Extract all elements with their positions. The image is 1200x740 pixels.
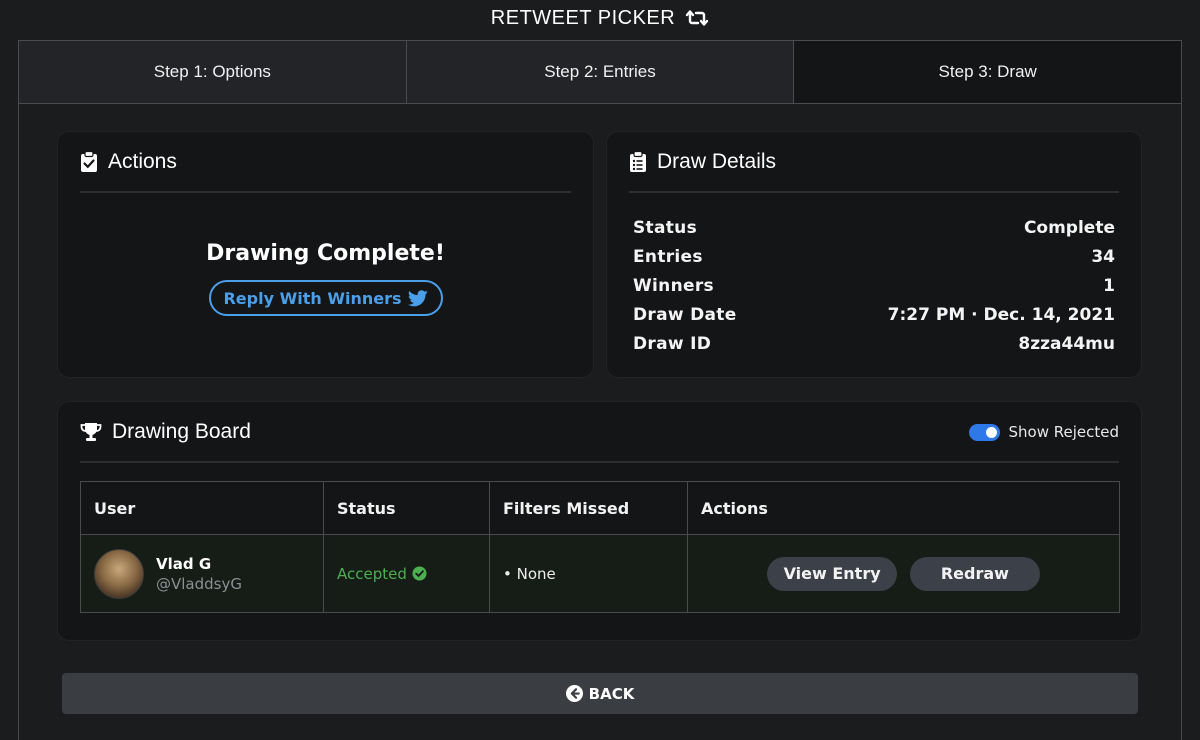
detail-row-entries: Entries 34	[633, 246, 1115, 267]
tab-step-3[interactable]: Step 3: Draw	[794, 41, 1182, 103]
view-entry-button[interactable]: View Entry	[767, 556, 898, 591]
draw-details-card: Draw Details Status Complete Entries 34 …	[606, 131, 1142, 378]
draw-id-value: 8zza44mu	[1018, 334, 1115, 355]
avatar[interactable]	[94, 548, 144, 599]
divider	[629, 191, 1119, 193]
reply-with-winners-button[interactable]: Reply With Winners	[208, 280, 443, 316]
drawing-board-card: Drawing Board Show Rejected User Status …	[57, 401, 1142, 641]
detail-list: Status Complete Entries 34 Winners 1 Dra…	[629, 213, 1119, 359]
entries-table: User Status Filters Missed Actions Vlad …	[80, 481, 1120, 613]
tab-step-2[interactable]: Step 2: Entries	[406, 41, 795, 103]
tab-step-1[interactable]: Step 1: Options	[19, 41, 407, 103]
actions-card: Actions Drawing Complete! Reply With Win…	[57, 131, 594, 378]
show-rejected-toggle[interactable]	[968, 423, 1000, 441]
filters-missed-cell: • None	[489, 534, 688, 613]
detail-row-draw-date: Draw Date 7:27 PM · Dec. 14, 2021	[633, 305, 1115, 326]
details-header: Draw Details	[629, 150, 1119, 174]
show-rejected-control: Show Rejected	[968, 423, 1120, 441]
draw-date-value: 7:27 PM · Dec. 14, 2021	[887, 305, 1115, 326]
user-name[interactable]: Vlad G	[156, 555, 242, 573]
app-title-text: RETWEET PICKER	[490, 6, 676, 29]
entries-value: 34	[1091, 246, 1115, 267]
table-header-row: User Status Filters Missed Actions	[80, 481, 1120, 535]
app-title: RETWEET PICKER	[0, 0, 1200, 36]
details-title: Draw Details	[657, 150, 777, 173]
detail-row-status: Status Complete	[633, 217, 1115, 238]
clipboard-list-icon	[630, 151, 646, 172]
retweet-icon	[686, 10, 709, 26]
winners-value: 1	[1103, 275, 1115, 296]
user-handle[interactable]: @VladdsyG	[156, 575, 242, 593]
col-status: Status	[323, 481, 490, 535]
board-header-row: Drawing Board Show Rejected	[80, 420, 1119, 444]
actions-title: Actions	[108, 150, 177, 173]
actions-header: Actions	[80, 150, 571, 174]
col-user: User	[80, 481, 324, 535]
board-title: Drawing Board	[112, 420, 251, 443]
user-cell: Vlad G @VladdsyG	[80, 534, 324, 613]
detail-row-winners: Winners 1	[633, 275, 1115, 296]
redraw-button[interactable]: Redraw	[909, 556, 1040, 591]
step-tabs: Step 1: Options Step 2: Entries Step 3: …	[19, 41, 1182, 104]
detail-row-draw-id: Draw ID 8zza44mu	[633, 334, 1115, 355]
board-header: Drawing Board	[80, 420, 251, 444]
divider	[80, 461, 1119, 463]
show-rejected-label: Show Rejected	[1008, 423, 1120, 441]
col-actions: Actions	[687, 481, 1120, 535]
divider	[80, 191, 571, 193]
main-frame: Step 1: Options Step 2: Entries Step 3: …	[18, 40, 1182, 740]
table-row: Vlad G @VladdsyG Accepted • None View En…	[80, 534, 1120, 613]
col-filters-missed: Filters Missed	[489, 481, 688, 535]
trophy-icon	[80, 423, 102, 441]
arrow-circle-left-icon	[565, 685, 583, 702]
back-button[interactable]: BACK	[62, 673, 1138, 714]
status-value: Complete	[1023, 217, 1115, 238]
status-cell: Accepted	[323, 534, 490, 613]
status-badge: Accepted	[337, 565, 489, 583]
twitter-icon	[407, 289, 428, 306]
actions-cell: View Entry Redraw	[687, 534, 1120, 613]
drawing-complete-message: Drawing Complete!	[206, 241, 445, 266]
clipboard-check-icon	[81, 151, 97, 172]
check-circle-icon	[412, 566, 427, 581]
